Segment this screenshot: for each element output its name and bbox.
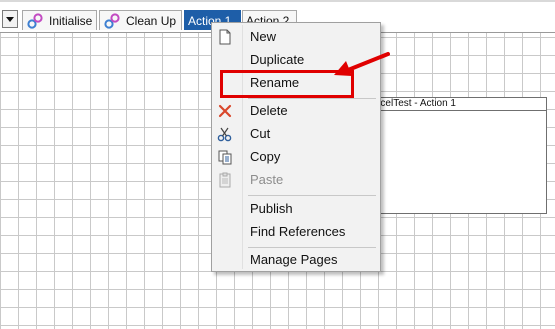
menu-item-label: Paste <box>250 172 284 187</box>
gears-icon <box>104 12 120 29</box>
page-info-title: celTest - Action 1 <box>356 98 546 111</box>
menu-item-label: Find References <box>250 224 346 239</box>
menu-item-label: Manage Pages <box>250 252 338 267</box>
tab-label: Initialise <box>49 13 93 28</box>
tab-clean-up[interactable]: Clean Up <box>99 10 182 30</box>
menu-item-label: Duplicate <box>250 52 305 67</box>
gears-icon <box>27 12 43 29</box>
menu-item-new[interactable]: New <box>214 26 378 48</box>
menu-item-label: Copy <box>250 149 281 164</box>
menu-item-cut[interactable]: Cut <box>214 123 378 145</box>
page-info-box[interactable]: celTest - Action 1 <box>355 97 547 214</box>
menu-item-copy[interactable]: Copy <box>214 146 378 168</box>
copy-icon <box>218 150 232 165</box>
chevron-down-icon <box>6 17 14 22</box>
menu-item-delete[interactable]: Delete <box>214 100 378 122</box>
menu-item-paste[interactable]: Paste <box>214 169 378 191</box>
menu-item-publish[interactable]: Publish <box>214 198 378 220</box>
new-page-icon <box>219 29 231 45</box>
annotation-arrow-icon <box>334 52 390 76</box>
scissors-icon <box>217 127 232 142</box>
tab-list-dropdown-button[interactable] <box>2 10 18 28</box>
tab-label: Clean Up <box>126 13 177 28</box>
paste-icon <box>219 172 231 188</box>
menu-item-manage-pages[interactable]: Manage Pages <box>214 249 378 271</box>
tab-bar-top-border <box>0 0 555 2</box>
menu-separator <box>248 247 376 248</box>
delete-x-icon <box>218 104 232 118</box>
menu-separator <box>248 98 376 99</box>
menu-item-label: Publish <box>250 201 293 216</box>
menu-separator <box>248 195 376 196</box>
menu-item-label: Delete <box>250 103 288 118</box>
menu-item-label: Cut <box>250 126 271 141</box>
tab-initialise[interactable]: Initialise <box>22 10 97 30</box>
menu-item-find-references[interactable]: Find References <box>214 221 378 243</box>
menu-item-label: New <box>250 29 277 44</box>
